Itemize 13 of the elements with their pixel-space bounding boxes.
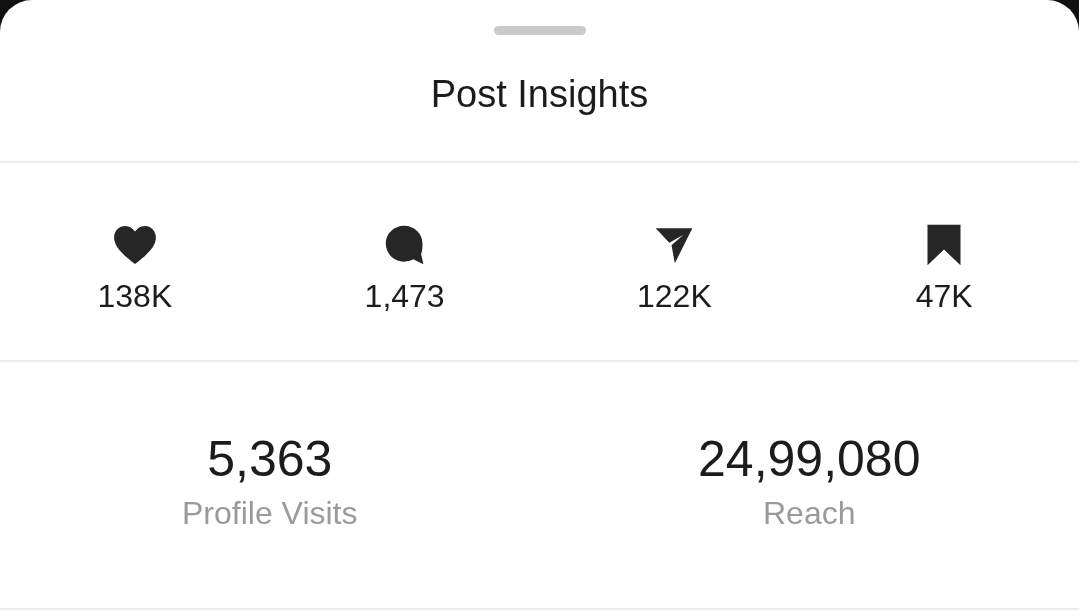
bookmark-icon (925, 223, 964, 267)
stat-count: 122K (637, 277, 712, 315)
metric-label: Profile Visits (182, 494, 358, 533)
drag-handle[interactable] (493, 26, 586, 35)
metric-value: 24,99,080 (698, 430, 921, 489)
heart-icon (112, 225, 157, 265)
stat-count: 138K (97, 277, 173, 315)
metric-value: 5,363 (207, 430, 333, 489)
metric-label: Reach (763, 494, 856, 533)
sheet-title: Post Insights (430, 72, 649, 117)
stat-count: 47K (915, 277, 973, 315)
speech-bubble-icon (383, 224, 426, 266)
stat-count: 1,473 (364, 277, 445, 315)
